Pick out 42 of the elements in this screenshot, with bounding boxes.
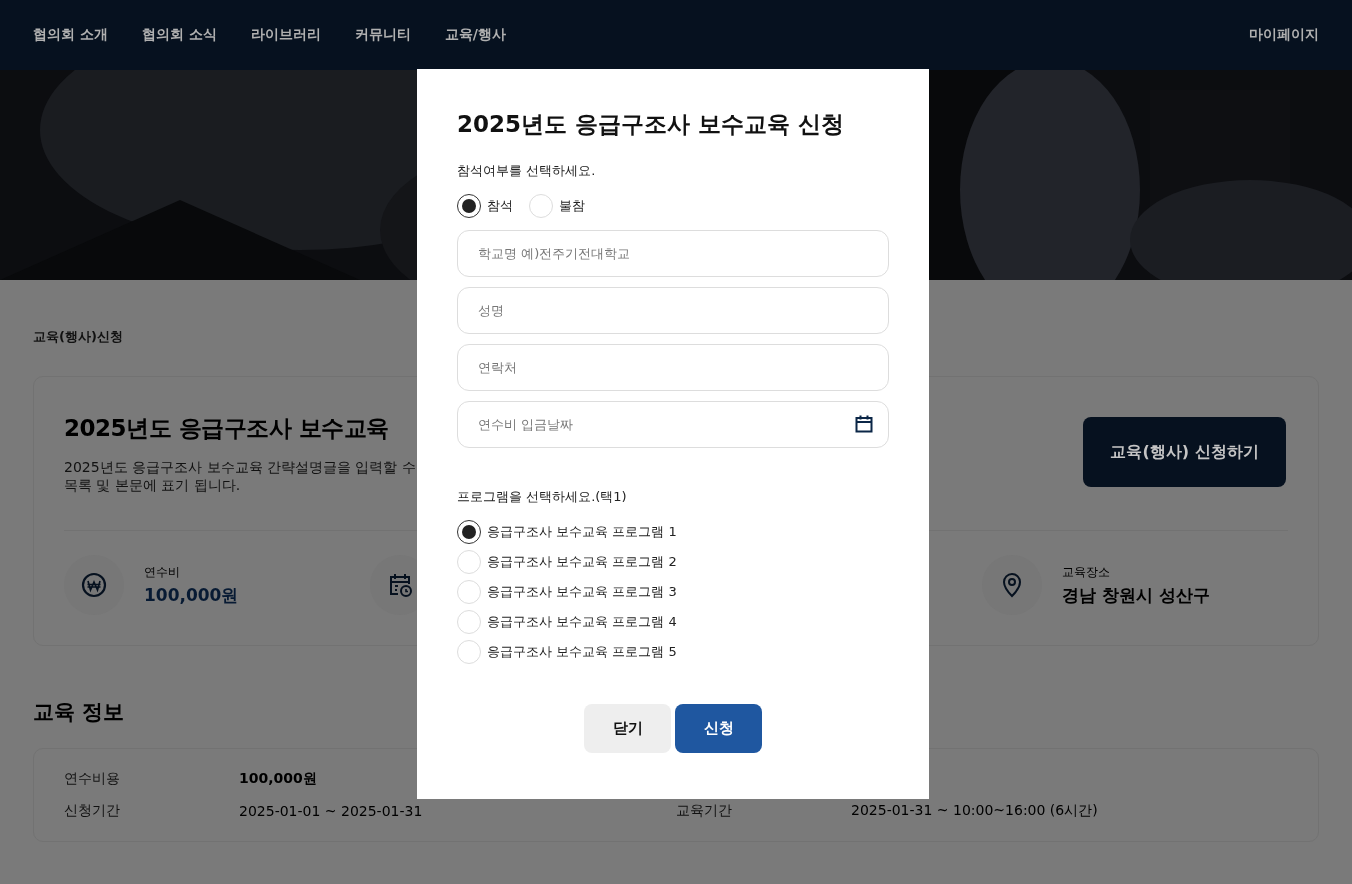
submit-button[interactable]: 신청 bbox=[675, 704, 762, 753]
calendar-clock-icon bbox=[387, 572, 413, 598]
info-label: 교육장소 bbox=[1062, 563, 1111, 581]
event-title: 2025년도 응급구조사 보수교육 bbox=[64, 414, 390, 443]
dialog-title: 2025년도 응급구조사 보수교육 신청 bbox=[457, 110, 846, 139]
input-field[interactable]: 연락처 bbox=[457, 344, 889, 391]
attendance-prompt: 참석여부를 선택하세요. bbox=[457, 162, 597, 180]
detail-value: 100,000원 bbox=[239, 770, 317, 788]
event-description: 2025년도 응급구조사 보수교육 간략설명글을 입력할 수 bbox=[64, 458, 416, 476]
close-button[interactable]: 닫기 bbox=[584, 704, 671, 753]
detail-label: 연수비용 bbox=[64, 770, 120, 788]
detail-value: 2025-01-01 ~ 2025-01-31 bbox=[239, 803, 423, 819]
breadcrumb: 교육(행사)신청 bbox=[33, 328, 123, 346]
radio-label: 응급구조사 보수교육 프로그램 2 bbox=[487, 553, 677, 571]
nav-link[interactable]: 협의회 소개 bbox=[33, 26, 108, 44]
nav-link[interactable]: 라이브러리 bbox=[250, 26, 321, 44]
location-pin-icon bbox=[1001, 572, 1023, 598]
date-field[interactable]: 연수비 입금날짜 bbox=[457, 401, 889, 448]
section-title: 교육 정보 bbox=[33, 699, 125, 726]
calendar-icon bbox=[855, 415, 873, 433]
nav-link[interactable]: 교육/행사 bbox=[444, 26, 506, 44]
event-description: 목록 및 본문에 표기 됩니다. bbox=[64, 476, 242, 494]
info-label: 연수비 bbox=[144, 563, 181, 581]
detail-label: 교육기간 bbox=[676, 802, 732, 820]
radio-label: 응급구조사 보수교육 프로그램 3 bbox=[487, 583, 677, 601]
radio-label: 불참 bbox=[559, 197, 585, 215]
apply-button[interactable]: 교육(행사) 신청하기 bbox=[1083, 417, 1286, 487]
info-value: 100,000원 bbox=[144, 583, 239, 607]
nav-link[interactable]: 협의회 소식 bbox=[141, 26, 217, 44]
detail-label: 신청기간 bbox=[64, 802, 120, 820]
radio-label: 응급구조사 보수교육 프로그램 4 bbox=[487, 613, 677, 631]
program-prompt: 프로그램을 선택하세요.(택1) bbox=[457, 488, 628, 506]
info-value: 경남 창원시 성산구 bbox=[1062, 583, 1210, 607]
input-field[interactable]: 성명 bbox=[457, 287, 889, 334]
radio-label: 참석 bbox=[487, 197, 513, 215]
input-field[interactable]: 학교명 예)전주기전대학교 bbox=[457, 230, 889, 277]
won-icon bbox=[81, 572, 107, 598]
nav-link[interactable]: 커뮤니티 bbox=[354, 26, 411, 44]
mypage-link[interactable]: 마이페이지 bbox=[1249, 26, 1319, 44]
detail-value: 2025-01-31 ~ 10:00~16:00 (6시간) bbox=[851, 802, 1098, 820]
radio-label: 응급구조사 보수교육 프로그램 1 bbox=[487, 523, 677, 541]
radio-label: 응급구조사 보수교육 프로그램 5 bbox=[487, 643, 677, 661]
